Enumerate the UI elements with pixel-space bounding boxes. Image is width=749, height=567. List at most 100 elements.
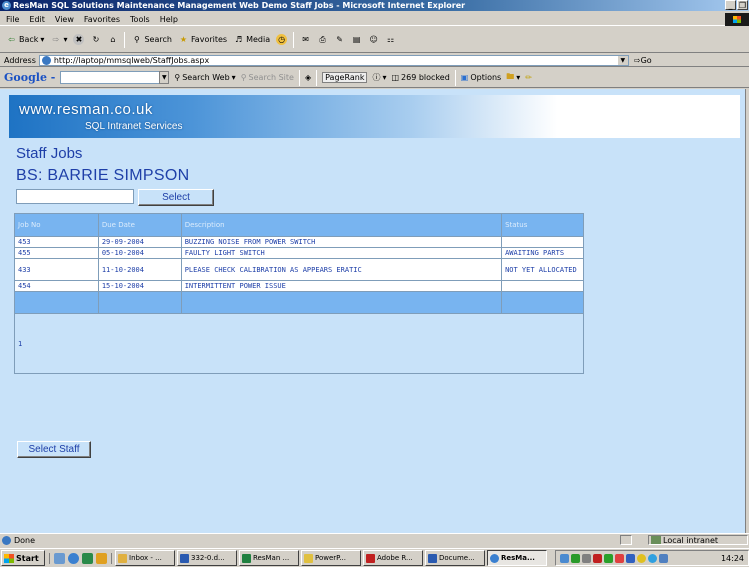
outlook-icon[interactable] xyxy=(82,552,93,564)
menu-tools[interactable]: Tools xyxy=(130,15,150,24)
page-title: Staff Jobs xyxy=(16,145,83,162)
task-adobe-reader[interactable]: Adobe R... xyxy=(363,550,423,566)
options-icon: ▣ xyxy=(460,73,469,82)
google-logo[interactable]: Google - xyxy=(4,71,55,84)
pagerank-label: PageRank xyxy=(322,72,368,83)
network-icon[interactable] xyxy=(560,553,569,563)
adobe-tray-icon[interactable] xyxy=(593,553,602,563)
table-row[interactable]: 433 11-10-2004 PLEASE CHECK CALIBRATION … xyxy=(14,258,584,281)
security-zone: Local intranet xyxy=(648,535,748,545)
search-site-button[interactable]: ⚲ Search Site xyxy=(241,73,294,82)
news-button[interactable]: ◈ xyxy=(305,73,311,82)
antivirus-icon[interactable] xyxy=(571,553,580,563)
mail-tray-icon[interactable] xyxy=(659,553,668,563)
start-label: Start xyxy=(16,553,39,563)
column-header-job-no[interactable]: Job No xyxy=(14,213,99,237)
search-web-button[interactable]: ⚲ Search Web ▾ xyxy=(174,73,235,82)
task-inbox[interactable]: Inbox - ... xyxy=(115,550,175,566)
flag-tray-icon[interactable] xyxy=(615,553,624,563)
highlighter-button[interactable]: ✏ xyxy=(525,73,532,82)
system-clock[interactable]: 14:24 xyxy=(721,554,748,563)
menu-favorites[interactable]: Favorites xyxy=(84,15,120,24)
minimize-button[interactable]: _ xyxy=(725,0,736,10)
address-input[interactable]: http://laptop/mmsqlweb/StaffJobs.aspx ▼ xyxy=(38,54,629,66)
windows-logo-icon xyxy=(4,553,14,563)
address-dropdown-icon[interactable]: ▼ xyxy=(617,55,628,65)
mail-icon[interactable]: ✉ xyxy=(300,34,311,45)
adobe-reader-icon xyxy=(366,553,375,563)
news-icon: ◈ xyxy=(304,73,312,82)
blocked-count: 269 blocked xyxy=(401,73,450,82)
menu-view[interactable]: View xyxy=(55,15,74,24)
table-row[interactable]: 453 29-09-2004 BUZZING NOISE FROM POWER … xyxy=(14,236,584,248)
window-title-bar[interactable]: e ResMan SQL Solutions Maintenance Manag… xyxy=(0,0,749,11)
media-button[interactable]: ♬ Media xyxy=(233,34,270,45)
print-icon[interactable]: ⎙ xyxy=(317,34,328,45)
options-label: Options xyxy=(470,73,502,82)
update-tray-icon[interactable] xyxy=(637,553,646,563)
popup-blocker-button[interactable]: ◫ 269 blocked xyxy=(391,73,449,82)
pager-page-1[interactable]: 1 xyxy=(18,340,22,348)
media-player-icon[interactable] xyxy=(96,552,107,564)
back-dropdown-icon: ▾ xyxy=(40,35,45,44)
address-url: http://laptop/mmsqlweb/StaffJobs.aspx xyxy=(53,55,210,65)
favorites-button[interactable]: ★ Favorites xyxy=(178,34,227,45)
menu-edit[interactable]: Edit xyxy=(29,15,45,24)
messenger-tray-icon[interactable] xyxy=(604,553,613,563)
refresh-icon[interactable]: ↻ xyxy=(90,34,101,45)
task-word-document[interactable]: 332-0.d... xyxy=(177,550,237,566)
edit-icon[interactable]: ✎ xyxy=(334,34,345,45)
forward-button[interactable]: ⇨ ▾ xyxy=(50,34,68,45)
column-header-due-date[interactable]: Due Date xyxy=(97,213,182,237)
description-cell: INTERMITTENT POWER ISSUE xyxy=(180,280,503,292)
show-desktop-icon[interactable] xyxy=(54,552,65,564)
search-web-label: Search Web xyxy=(182,73,230,82)
go-button[interactable]: ⇨Go xyxy=(634,56,652,65)
page-info-button[interactable]: ⓘ ▾ xyxy=(372,72,386,83)
task-resman-browser[interactable]: ResMa... xyxy=(487,550,547,566)
search-button[interactable]: ⚲ Search xyxy=(131,34,172,45)
menu-file[interactable]: File xyxy=(6,15,19,24)
select-button[interactable]: Select xyxy=(138,189,214,206)
task-documents[interactable]: Docume... xyxy=(425,550,485,566)
task-resman[interactable]: ResMan ... xyxy=(239,550,299,566)
start-button[interactable]: Start xyxy=(1,550,45,566)
due-date-cell: 11-10-2004 xyxy=(97,258,182,281)
messenger-icon[interactable]: ☺ xyxy=(368,34,379,45)
table-pager-row: 1 xyxy=(14,313,584,374)
select-staff-button[interactable]: Select Staff xyxy=(17,441,91,458)
discuss-icon[interactable]: ▤ xyxy=(351,34,362,45)
pagerank-indicator[interactable]: PageRank xyxy=(322,72,368,83)
media-label: Media xyxy=(246,35,271,44)
task-powerpoint[interactable]: PowerP... xyxy=(301,550,361,566)
history-icon[interactable]: ◷ xyxy=(276,34,288,45)
options-button[interactable]: ▣ Options xyxy=(461,73,501,82)
back-button[interactable]: ⇦ Back ▾ xyxy=(6,34,44,45)
internet-explorer-icon[interactable] xyxy=(68,552,79,564)
description-cell: FAULTY LIGHT SWITCH xyxy=(180,247,503,259)
column-header-status[interactable]: Status xyxy=(501,213,584,237)
maximize-button[interactable]: ❐ xyxy=(737,0,748,10)
volume-icon[interactable] xyxy=(582,553,591,563)
standard-toolbar: ⇦ Back ▾ ⇨ ▾ ✖ ↻ ⌂ ⚲ Search ★ Favorites … xyxy=(0,27,749,53)
home-icon[interactable]: ⌂ xyxy=(107,34,118,45)
table-row[interactable]: 454 15-10-2004 INTERMITTENT POWER ISSUE xyxy=(14,280,584,292)
status-bar: Done Local intranet xyxy=(0,533,749,546)
research-icon[interactable]: ⚏ xyxy=(385,34,396,45)
window-controls: _ ❐ xyxy=(725,0,748,11)
google-toolbar: Google - ▼ ⚲ Search Web ▾ ⚲ Search Site … xyxy=(0,68,749,88)
search-label: Search xyxy=(144,35,172,44)
status-tray-icon[interactable] xyxy=(648,553,657,563)
stop-icon[interactable]: ✖ xyxy=(73,34,85,45)
toolbar-separator xyxy=(293,31,295,48)
google-search-dropdown-icon[interactable]: ▼ xyxy=(159,71,170,84)
folder-button[interactable]: 🖿 ▾ xyxy=(506,71,520,85)
google-search-input[interactable] xyxy=(60,71,161,84)
staff-code-input[interactable] xyxy=(16,189,134,204)
table-row[interactable]: 455 05-10-2004 FAULTY LIGHT SWITCH AWAIT… xyxy=(14,247,584,259)
folder-icon xyxy=(304,553,313,563)
menu-help[interactable]: Help xyxy=(160,15,178,24)
vertical-scrollbar[interactable] xyxy=(745,89,749,533)
sync-tray-icon[interactable] xyxy=(626,553,635,563)
column-header-description[interactable]: Description xyxy=(180,213,503,237)
